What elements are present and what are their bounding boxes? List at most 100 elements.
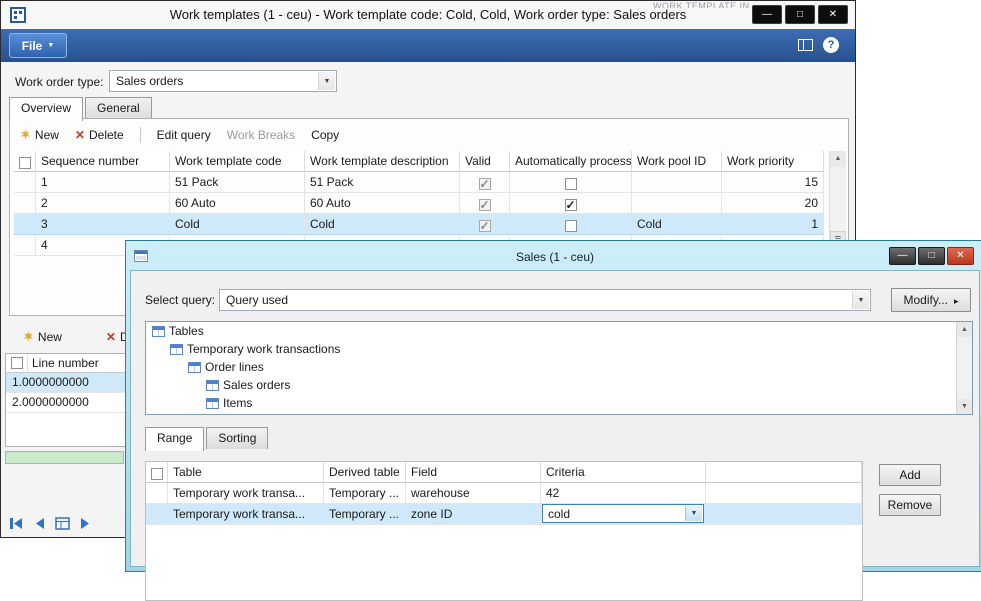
titlebar[interactable]: WORK TEMPLATE IN... Work templates (1 - …	[1, 1, 855, 29]
cell-description: 60 Auto	[305, 193, 460, 214]
minimize-button[interactable]: —	[752, 5, 782, 24]
maximize-button[interactable]: □	[918, 247, 945, 265]
cell-description: Cold	[305, 214, 460, 235]
combo-dropdown-button[interactable]: ▼	[685, 506, 702, 521]
cell-work-pool	[632, 172, 722, 193]
table-row-selected[interactable]: 3 Cold Cold Cold 1	[14, 214, 824, 235]
cell-priority: 15	[722, 172, 824, 193]
auto-process-checkbox[interactable]	[565, 178, 577, 190]
caret-down-icon: ▼	[324, 78, 331, 85]
cell-table: Temporary work transa...	[168, 504, 324, 525]
window-controls: — □ ✕	[752, 5, 848, 24]
tab-sorting[interactable]: Sorting	[206, 427, 268, 449]
scroll-down-button[interactable]: ▼	[957, 399, 972, 414]
range-row-selected[interactable]: Temporary work transa... Temporary ... z…	[146, 504, 862, 525]
cell-criteria[interactable]: 42	[541, 483, 706, 504]
range-row[interactable]: Temporary work transa... Temporary ... w…	[146, 483, 862, 504]
tab-range[interactable]: Range	[145, 427, 204, 451]
criteria-combobox[interactable]: cold ▼	[542, 504, 704, 523]
layout-icon[interactable]	[798, 39, 813, 51]
main-tabs: Overview General	[9, 97, 152, 119]
column-header[interactable]: Work pool ID	[632, 151, 722, 172]
combo-dropdown-button[interactable]: ▼	[318, 72, 335, 90]
add-button[interactable]: Add	[879, 464, 941, 486]
select-all-checkbox[interactable]	[19, 157, 31, 169]
work-order-type-value: Sales orders	[116, 74, 183, 88]
dialog-tabs: Range Sorting	[145, 427, 268, 449]
column-header[interactable]: Valid	[460, 151, 510, 172]
copy-button[interactable]: Copy	[311, 128, 339, 142]
tree-item-temporary-work-transactions[interactable]: Temporary work transactions	[146, 340, 972, 358]
select-query-combobox[interactable]: Query used ▼	[219, 289, 871, 311]
delete-icon: ✕	[75, 128, 85, 142]
valid-checkbox	[479, 220, 491, 232]
previous-record-icon[interactable]	[33, 517, 46, 530]
tree-item-clipped[interactable]	[146, 410, 972, 415]
column-header[interactable]: Automatically process	[510, 151, 632, 172]
new-icon: ✶	[23, 329, 34, 345]
auto-process-checkbox[interactable]	[565, 220, 577, 232]
tab-overview[interactable]: Overview	[9, 97, 83, 121]
record-navigation	[9, 517, 92, 530]
first-record-icon[interactable]	[9, 517, 24, 530]
scroll-up-button[interactable]: ▲	[830, 151, 846, 167]
table-icon	[206, 380, 219, 391]
column-header[interactable]: Sequence number	[36, 151, 170, 172]
table-row[interactable]: 2 60 Auto 60 Auto 20	[14, 193, 824, 214]
query-structure-tree: Tables Temporary work transactions Order…	[145, 321, 973, 415]
cell-sequence: 3	[36, 214, 170, 235]
file-menu-button[interactable]: File ▼	[9, 33, 67, 58]
lines-new-label[interactable]: New	[38, 330, 62, 344]
delete-button[interactable]: ✕ Delete	[75, 128, 124, 142]
auto-process-checkbox[interactable]	[565, 199, 577, 211]
caret-down-icon: ▼	[47, 42, 54, 49]
column-header[interactable]: Derived table	[324, 462, 406, 483]
tree-scrollbar[interactable]: ▲ ▼	[956, 322, 972, 414]
criteria-value[interactable]: cold	[548, 506, 570, 522]
cell-description: 51 Pack	[305, 172, 460, 193]
column-header[interactable]: Field	[406, 462, 541, 483]
scroll-up-button[interactable]: ▲	[957, 322, 972, 337]
tree-item-tables[interactable]: Tables	[146, 322, 972, 340]
work-order-type-label: Work order type:	[15, 75, 103, 89]
new-icon: ✶	[20, 127, 31, 143]
dialog-titlebar[interactable]: Sales (1 - ceu) — □ ✕	[130, 245, 980, 270]
grid-view-icon[interactable]	[55, 517, 70, 530]
select-all-checkbox[interactable]	[151, 468, 163, 480]
column-header[interactable]: Criteria	[541, 462, 706, 483]
delete-icon: ✕	[106, 330, 116, 344]
close-button[interactable]: ✕	[818, 5, 848, 24]
column-header[interactable]: Work template code	[170, 151, 305, 172]
table-row[interactable]: 1 51 Pack 51 Pack 15	[14, 172, 824, 193]
edit-query-button[interactable]: Edit query	[157, 128, 211, 142]
file-menu-label: File	[22, 39, 43, 53]
column-header[interactable]: Table	[168, 462, 324, 483]
minimize-button[interactable]: —	[889, 247, 916, 265]
work-order-type-combobox[interactable]: Sales orders ▼	[109, 70, 337, 92]
maximize-button[interactable]: □	[785, 5, 815, 24]
remove-button[interactable]: Remove	[879, 494, 941, 516]
modify-button-label: Modify...	[904, 293, 948, 307]
column-header[interactable]: Work priority	[722, 151, 824, 172]
close-button[interactable]: ✕	[947, 247, 974, 265]
column-header[interactable]: Work template description	[305, 151, 460, 172]
cell-priority: 20	[722, 193, 824, 214]
help-icon[interactable]: ?	[823, 37, 839, 53]
tree-item-sales-orders[interactable]: Sales orders	[146, 376, 972, 394]
select-all-checkbox[interactable]	[11, 357, 23, 369]
combo-dropdown-button[interactable]: ▼	[852, 291, 869, 309]
tree-item-order-lines[interactable]: Order lines	[146, 358, 972, 376]
modify-button[interactable]: Modify...▸	[891, 288, 971, 312]
new-button[interactable]: ✶ New	[20, 127, 59, 143]
tree-item-label: Sales orders	[223, 378, 290, 392]
select-query-label: Select query:	[145, 293, 215, 307]
cell-code: 51 Pack	[170, 172, 305, 193]
tab-general[interactable]: General	[85, 97, 152, 119]
column-separator	[27, 355, 28, 372]
range-grid: Table Derived table Field Criteria Tempo…	[145, 461, 863, 601]
ribbon: File ▼ ?	[1, 29, 855, 62]
next-record-icon[interactable]	[79, 517, 92, 530]
caret-down-icon: ▼	[858, 297, 865, 304]
cell-derived-table: Temporary ...	[324, 483, 406, 504]
line-number-header[interactable]: Line number	[32, 356, 99, 370]
